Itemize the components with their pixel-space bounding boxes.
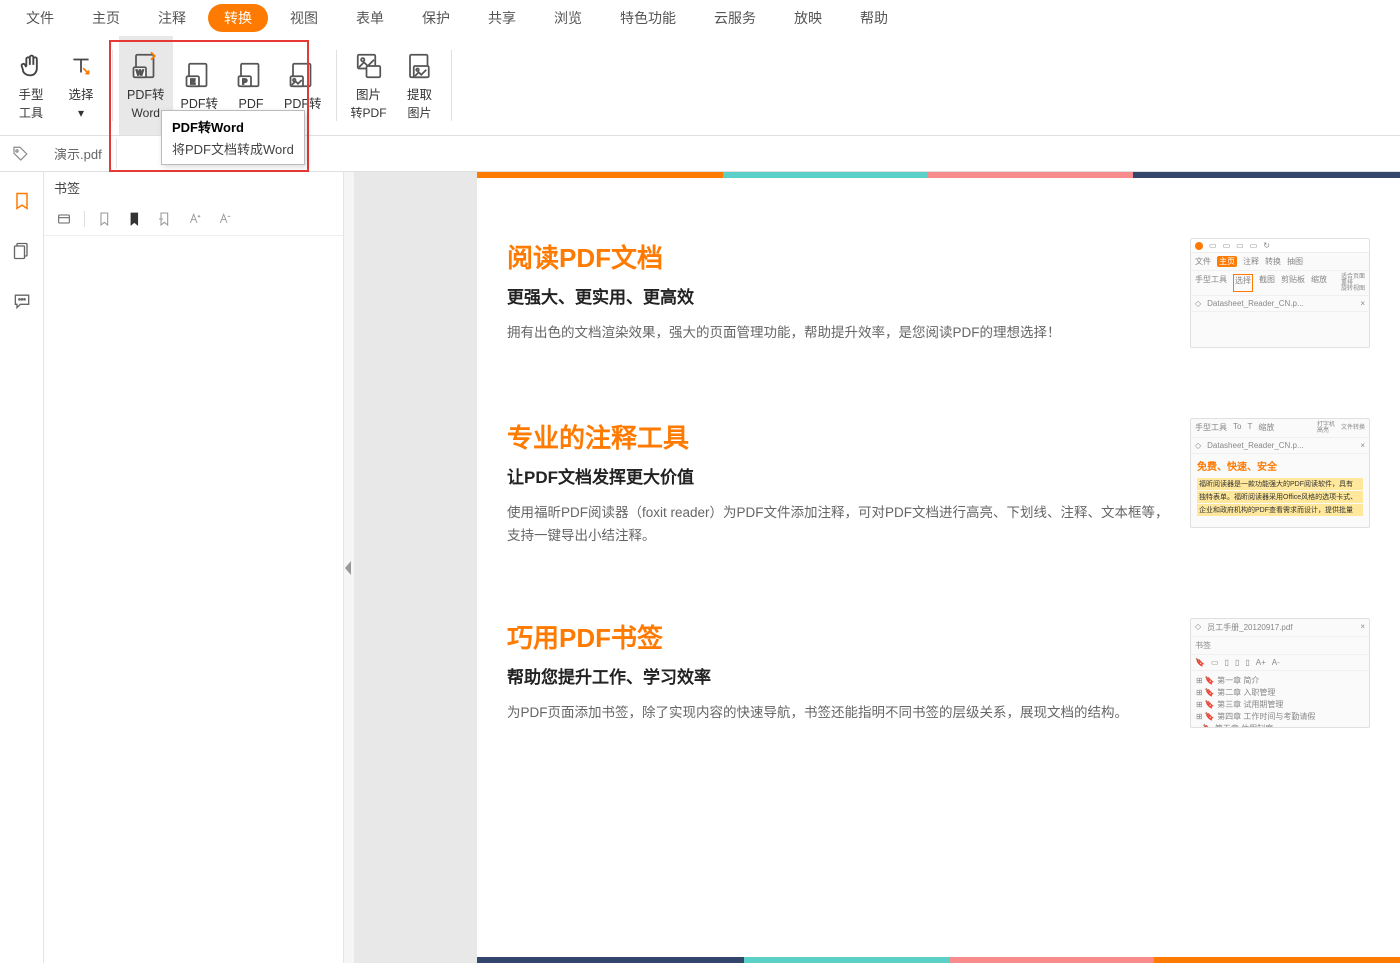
- menu-help[interactable]: 帮助: [844, 4, 904, 32]
- current-bookmark-icon[interactable]: [125, 209, 145, 229]
- menu-features[interactable]: 特色功能: [604, 4, 692, 32]
- extract-image-button[interactable]: 提取 图片: [395, 36, 445, 135]
- feature2-title: 专业的注释工具: [507, 418, 1172, 455]
- feature1-sub: 更强大、更实用、更高效: [507, 283, 1172, 308]
- menu-annotate[interactable]: 注释: [142, 4, 202, 32]
- feature2-sub: 让PDF文档发挥更大价值: [507, 463, 1172, 488]
- feature2-desc: 使用福昕PDF阅读器（foxit reader）为PDF文件添加注释，可对PDF…: [507, 502, 1172, 548]
- feature3-sub: 帮助您提升工作、学习效率: [507, 663, 1172, 688]
- document-tab[interactable]: 演示.pdf: [40, 138, 117, 169]
- feature3-desc: 为PDF页面添加书签，除了实现内容的快速导航，书签还能指明不同书签的层级关系，展…: [507, 702, 1172, 725]
- feature1-desc: 拥有出色的文档渲染效果，强大的页面管理功能，帮助提升效率，是您阅读PDF的理想选…: [507, 322, 1172, 345]
- menu-cloud[interactable]: 云服务: [698, 4, 772, 32]
- extract-image-icon: [403, 49, 437, 83]
- bookmark-panel-icon[interactable]: [11, 190, 33, 212]
- feature-bookmarks: 巧用PDF书签 帮助您提升工作、学习效率 为PDF页面添加书签，除了实现内容的快…: [507, 618, 1370, 728]
- image-to-pdf-button[interactable]: 图片 转PDF: [343, 36, 395, 135]
- feature1-title: 阅读PDF文档: [507, 238, 1172, 275]
- document-viewport[interactable]: 阅读PDF文档 更强大、更实用、更高效 拥有出色的文档渲染效果，强大的页面管理功…: [354, 172, 1400, 963]
- text-select-icon: [64, 49, 98, 83]
- add-bookmark-icon[interactable]: [95, 209, 115, 229]
- left-sidebar: [0, 172, 44, 963]
- comments-panel-icon[interactable]: [11, 290, 33, 312]
- menu-browse[interactable]: 浏览: [538, 4, 598, 32]
- menu-bar: 文件 主页 注释 转换 视图 表单 保护 共享 浏览 特色功能 云服务 放映 帮…: [0, 0, 1400, 36]
- bottom-color-strip: [477, 957, 1400, 963]
- hand-tool-button[interactable]: 手型 工具: [6, 36, 56, 135]
- ribbon-divider: [336, 50, 337, 121]
- pdf-word-icon: W: [129, 49, 163, 83]
- feature-read-pdf: 阅读PDF文档 更强大、更实用、更高效 拥有出色的文档渲染效果，强大的页面管理功…: [507, 238, 1370, 348]
- svg-text:W: W: [136, 68, 144, 77]
- menu-home[interactable]: 主页: [76, 4, 136, 32]
- ribbon-divider: [451, 50, 452, 121]
- feature2-thumbnail: 手型工具 ToT 缩放 打字机 高亮 文件转换 ◇Datasheet_Reade…: [1190, 418, 1370, 528]
- document-page: 阅读PDF文档 更强大、更实用、更高效 拥有出色的文档渲染效果，强大的页面管理功…: [477, 172, 1400, 963]
- feature3-thumbnail: ◇员工手册_20120917.pdf× 书签 🔖▭▯▯▯A+A- ⊞ 🔖 第一章…: [1190, 618, 1370, 728]
- menu-form[interactable]: 表单: [340, 4, 400, 32]
- select-tool-button[interactable]: 选择 ▾: [56, 36, 106, 135]
- image-to-pdf-icon: [352, 49, 386, 83]
- feature1-thumbnail: ▭▭▭▭↻ 文件 主页 注释 转换 抽图 手型工具 选择 截图 剪贴板: [1190, 238, 1370, 348]
- bookmarks-panel: 书签: [44, 172, 344, 963]
- menu-convert[interactable]: 转换: [208, 4, 268, 32]
- menu-protect[interactable]: 保护: [406, 4, 466, 32]
- menu-file[interactable]: 文件: [10, 4, 70, 32]
- collapse-icon[interactable]: [54, 209, 74, 229]
- hand-icon: [14, 49, 48, 83]
- separator: [84, 211, 85, 227]
- svg-text:E: E: [191, 77, 196, 86]
- bookmarks-title: 书签: [44, 172, 343, 203]
- feature-annotation: 专业的注释工具 让PDF文档发挥更大价值 使用福昕PDF阅读器（foxit re…: [507, 418, 1370, 548]
- menu-slideshow[interactable]: 放映: [778, 4, 838, 32]
- pdf-image-icon: [286, 58, 320, 92]
- tooltip: PDF转Word 将PDF文档转成Word: [161, 110, 305, 165]
- bookmarks-toolbar: [44, 203, 343, 236]
- main-area: 书签 阅读PDF文档 更强大、更实用、更高效: [0, 172, 1400, 963]
- feature3-title: 巧用PDF书签: [507, 618, 1172, 655]
- delete-bookmark-icon[interactable]: [155, 209, 175, 229]
- font-decrease-icon[interactable]: [215, 209, 235, 229]
- panel-resize-handle[interactable]: [344, 172, 354, 963]
- mini-side-options: 适合页面 重排 旋转视图: [1341, 274, 1365, 292]
- pdf-excel-icon: E: [182, 58, 216, 92]
- tooltip-desc: 将PDF文档转成Word: [172, 139, 294, 158]
- menu-share[interactable]: 共享: [472, 4, 532, 32]
- ribbon-divider: [112, 50, 113, 121]
- menu-view[interactable]: 视图: [274, 4, 334, 32]
- pdf-ppt-icon: P: [234, 58, 268, 92]
- tag-icon[interactable]: [0, 145, 40, 163]
- pages-panel-icon[interactable]: [11, 240, 33, 262]
- font-increase-icon[interactable]: [185, 209, 205, 229]
- tooltip-title: PDF转Word: [172, 117, 294, 136]
- svg-text:P: P: [242, 77, 247, 86]
